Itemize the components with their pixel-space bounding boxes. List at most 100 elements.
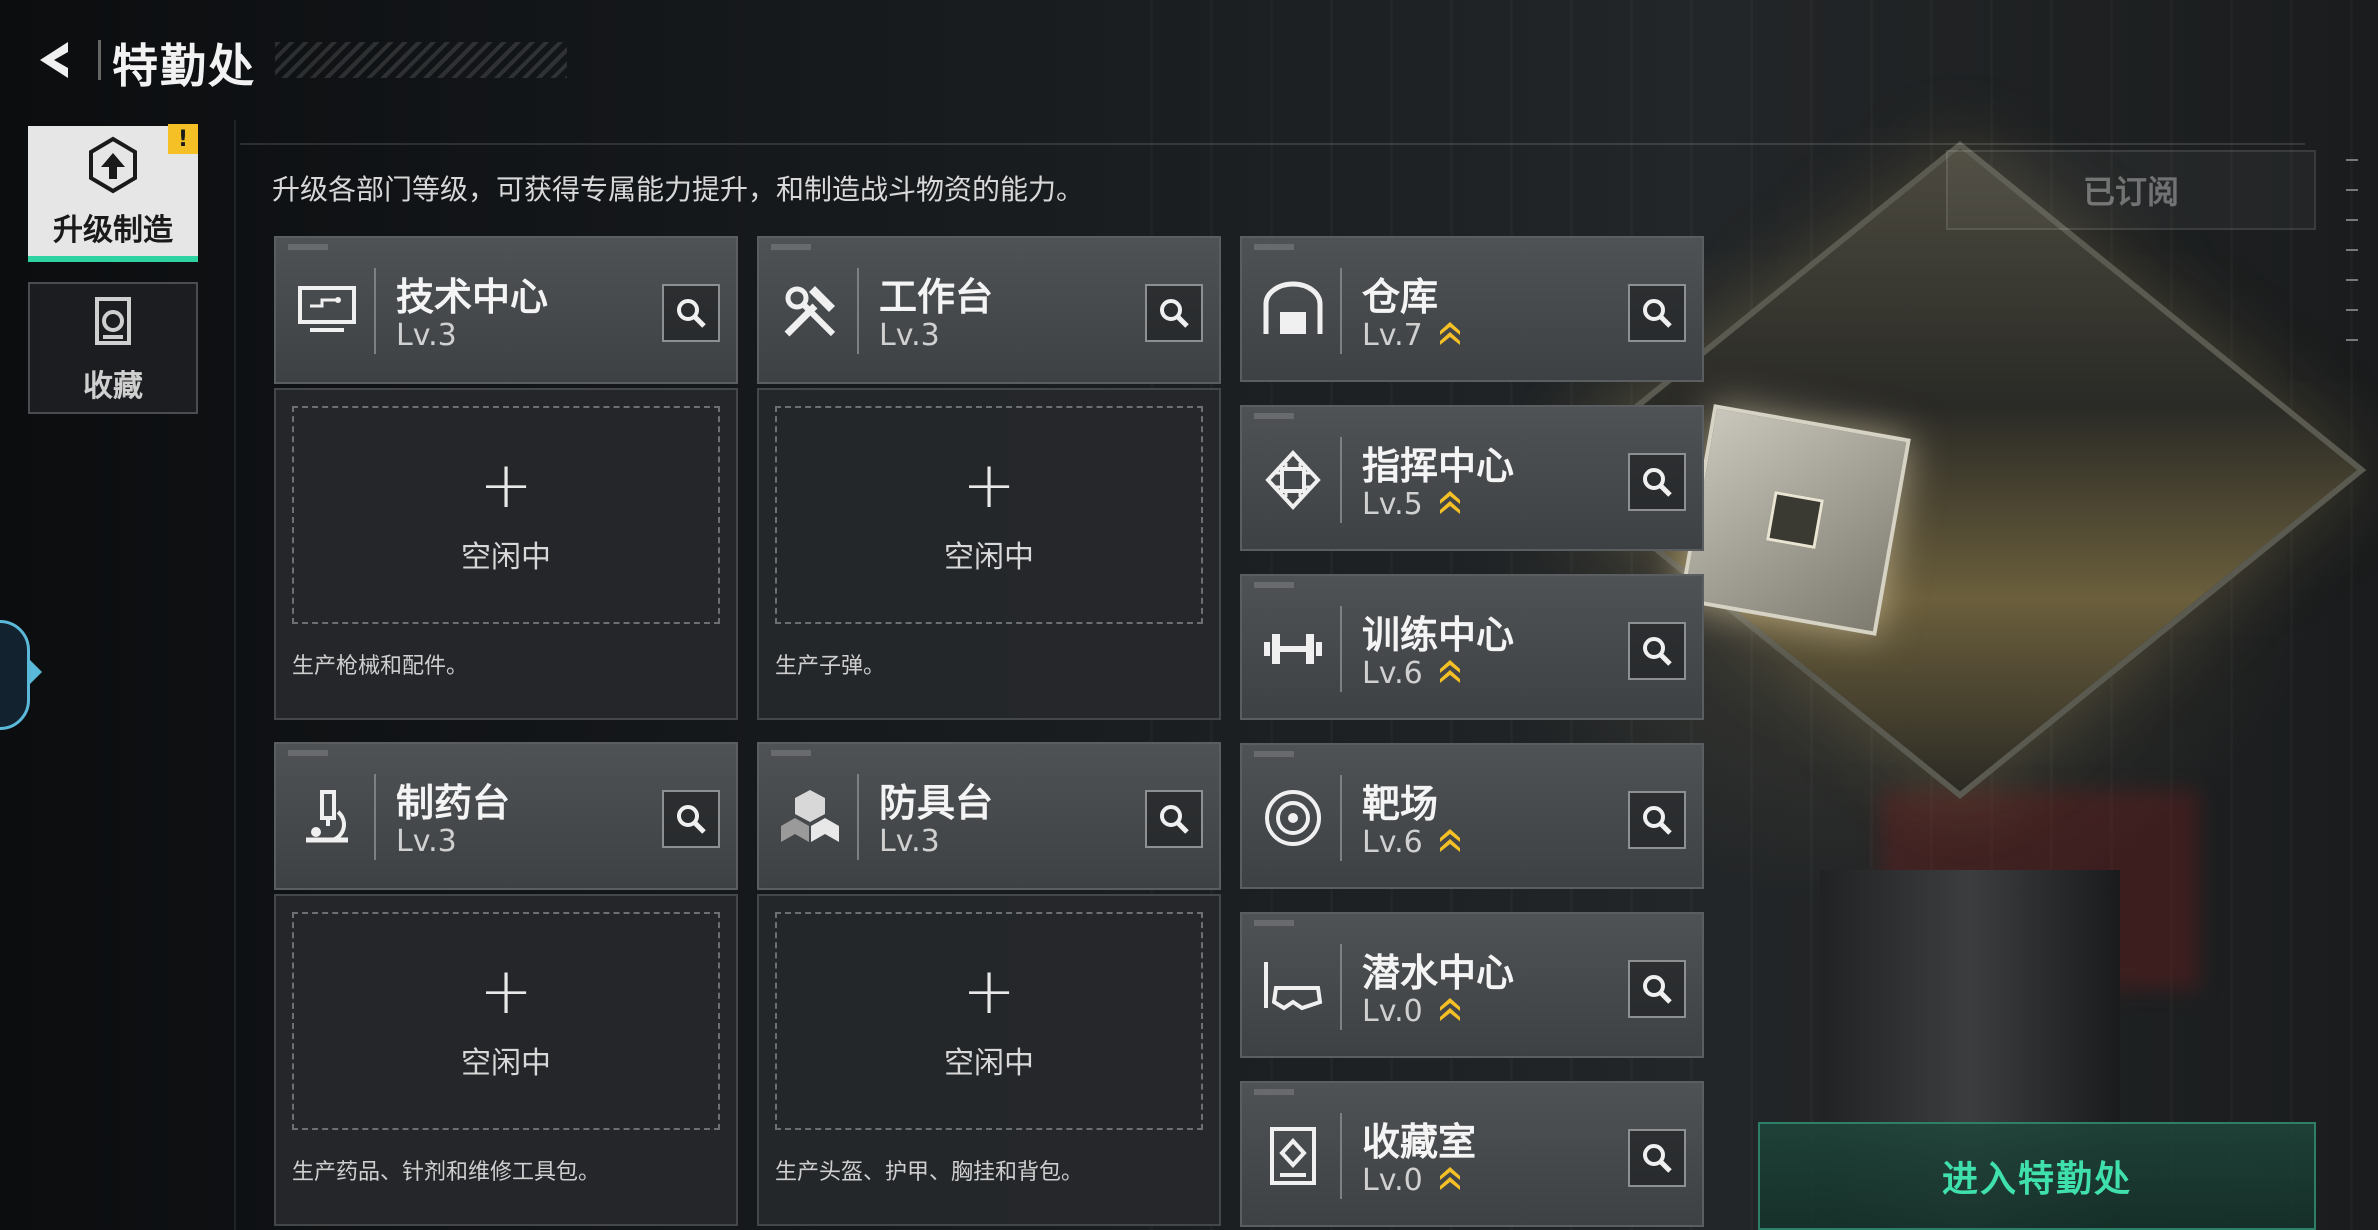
- card-separator: [1340, 268, 1342, 354]
- facility-card-command-center[interactable]: 指挥中心 Lv.5: [1240, 405, 1704, 551]
- card-separator: [1340, 606, 1342, 692]
- inspect-button[interactable]: [662, 284, 720, 342]
- inspect-button[interactable]: [1628, 960, 1686, 1018]
- diving-mask-icon: [1258, 952, 1328, 1022]
- facility-level-text: Lv.7: [1362, 318, 1423, 353]
- station-level: Lv.3: [396, 318, 457, 353]
- active-indicator: [28, 256, 198, 262]
- inspect-button[interactable]: [1628, 1129, 1686, 1187]
- card-separator: [857, 774, 859, 860]
- production-slot[interactable]: + 空闲中: [775, 406, 1203, 624]
- sidebar-item-label: 收藏: [83, 369, 143, 404]
- card-tag: [1254, 920, 1294, 926]
- station-level: Lv.3: [879, 318, 940, 353]
- armor-cubes-icon: [775, 782, 845, 852]
- search-icon: [677, 805, 706, 834]
- search-icon: [1160, 805, 1189, 834]
- slot-status: 空闲中: [944, 1046, 1034, 1081]
- collection-room-icon: [1258, 1121, 1328, 1191]
- card-tag: [1254, 582, 1294, 588]
- facility-card-diving-center[interactable]: 潜水中心 Lv.0: [1240, 912, 1704, 1058]
- station-name: 防具台: [879, 781, 994, 825]
- station-level: Lv.3: [879, 824, 940, 859]
- slot-status: 空闲中: [461, 540, 551, 575]
- sidebar-item-collection[interactable]: 收藏: [28, 282, 198, 414]
- inspect-button[interactable]: [1628, 622, 1686, 680]
- station-level: Lv.3: [396, 824, 457, 859]
- station-description: 生产头盔、护甲、胸挂和背包。: [775, 1160, 1084, 1185]
- production-slot[interactable]: + 空闲中: [292, 406, 720, 624]
- station-card-workbench[interactable]: 工作台 Lv.3: [757, 236, 1221, 384]
- inspect-button[interactable]: [1628, 791, 1686, 849]
- upgrade-chevron-icon: [1440, 829, 1461, 852]
- facility-card-warehouse[interactable]: 仓库 Lv.7: [1240, 236, 1704, 382]
- dumbbell-icon: [1258, 614, 1328, 684]
- card-separator: [1340, 437, 1342, 523]
- facility-level: Lv.6: [1362, 656, 1462, 691]
- chevron-right-icon: [30, 660, 42, 684]
- collection-icon: [95, 297, 131, 345]
- enter-headquarters-button[interactable]: 进入特勤处: [1758, 1122, 2316, 1230]
- upgrade-chevron-icon: [1440, 1167, 1461, 1190]
- facility-card-collection-room[interactable]: 收藏室 Lv.0: [1240, 1081, 1704, 1227]
- station-card-tech-center[interactable]: 技术中心 Lv.3: [274, 236, 738, 384]
- plus-icon: +: [479, 449, 533, 523]
- plus-icon: +: [962, 449, 1016, 523]
- upgrade-craft-icon: [89, 136, 137, 194]
- inspect-button[interactable]: [662, 790, 720, 848]
- upgrade-chevron-icon: [1440, 491, 1461, 514]
- card-tag: [288, 244, 328, 250]
- page-title: 特勤处: [112, 39, 256, 93]
- production-slot[interactable]: + 空闲中: [292, 912, 720, 1130]
- facility-level-text: Lv.6: [1362, 656, 1423, 691]
- station-production-panel: + 空闲中 生产药品、针剂和维修工具包。: [274, 894, 738, 1226]
- facility-level-text: Lv.5: [1362, 487, 1423, 522]
- decorative-ticks: [2346, 159, 2358, 341]
- sidebar-divider: [234, 120, 236, 1230]
- alert-badge: !: [168, 124, 198, 154]
- card-separator: [374, 268, 376, 354]
- station-card-armor-bench[interactable]: 防具台 Lv.3: [757, 742, 1221, 890]
- page-description: 升级各部门等级，可获得专属能力提升，和制造战斗物资的能力。: [272, 173, 1085, 206]
- edge-drawer-handle[interactable]: [0, 620, 30, 730]
- subscribe-button[interactable]: 已订阅: [1946, 150, 2316, 230]
- card-tag: [288, 750, 328, 756]
- facility-level: Lv.0: [1362, 994, 1462, 1029]
- plus-icon: +: [479, 955, 533, 1029]
- plus-icon: +: [962, 955, 1016, 1029]
- inspect-button[interactable]: [1628, 284, 1686, 342]
- station-production-panel: + 空闲中 生产子弹。: [757, 388, 1221, 720]
- sidebar-item-label: 升级制造: [53, 213, 173, 248]
- facility-card-shooting-range[interactable]: 靶场 Lv.6: [1240, 743, 1704, 889]
- search-icon: [1643, 975, 1672, 1004]
- slot-status: 空闲中: [461, 1046, 551, 1081]
- production-slot[interactable]: + 空闲中: [775, 912, 1203, 1130]
- station-description: 生产药品、针剂和维修工具包。: [292, 1160, 601, 1185]
- station-production-panel: + 空闲中 生产头盔、护甲、胸挂和背包。: [757, 894, 1221, 1226]
- station-card-pharmacy[interactable]: 制药台 Lv.3: [274, 742, 738, 890]
- facility-level: Lv.5: [1362, 487, 1462, 522]
- upgrade-chevron-icon: [1440, 998, 1461, 1021]
- search-icon: [1643, 1144, 1672, 1173]
- station-description: 生产枪械和配件。: [292, 654, 469, 679]
- facility-card-training-center[interactable]: 训练中心 Lv.6: [1240, 574, 1704, 720]
- back-button[interactable]: [28, 34, 80, 86]
- microscope-icon: [292, 782, 362, 852]
- facility-name: 训练中心: [1362, 613, 1515, 657]
- inspect-button[interactable]: [1628, 453, 1686, 511]
- target-icon: [1258, 783, 1328, 853]
- tools-icon: [775, 276, 845, 346]
- facility-name: 靶场: [1362, 782, 1439, 826]
- facility-name: 收藏室: [1362, 1120, 1477, 1164]
- facility-name: 指挥中心: [1362, 444, 1515, 488]
- inspect-button[interactable]: [1145, 790, 1203, 848]
- facility-name: 潜水中心: [1362, 951, 1515, 995]
- card-separator: [1340, 775, 1342, 861]
- inspect-button[interactable]: [1145, 284, 1203, 342]
- search-icon: [1643, 637, 1672, 666]
- card-tag: [1254, 413, 1294, 419]
- facility-level: Lv.6: [1362, 825, 1462, 860]
- title-separator: [98, 40, 101, 80]
- card-tag: [1254, 751, 1294, 757]
- chip-icon: [1258, 445, 1328, 515]
